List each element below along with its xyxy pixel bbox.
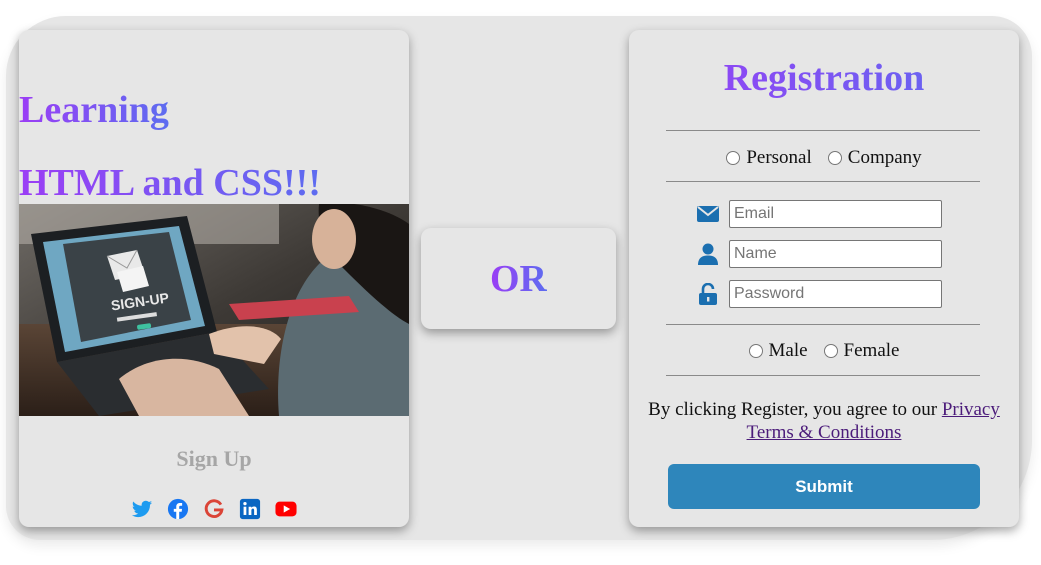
- registration-title: Registration: [629, 56, 1019, 100]
- company-radio[interactable]: [827, 151, 842, 165]
- facebook-icon[interactable]: [167, 498, 189, 520]
- privacy-link[interactable]: Privacy: [942, 399, 1000, 420]
- company-label: Company: [847, 147, 922, 168]
- envelope-icon: [697, 203, 719, 225]
- divider: [666, 324, 980, 325]
- personal-radio[interactable]: [726, 151, 741, 165]
- promo-heading-line2: HTML and CSS!!!: [19, 162, 321, 204]
- social-icons-row: [19, 498, 409, 524]
- twitter-icon[interactable]: [131, 498, 153, 520]
- name-row: [697, 240, 942, 268]
- male-radio[interactable]: [748, 344, 763, 358]
- gender-male[interactable]: Male: [748, 340, 808, 362]
- account-type-personal[interactable]: Personal: [726, 147, 812, 169]
- personal-label: Personal: [746, 147, 812, 168]
- google-icon[interactable]: [203, 498, 225, 520]
- agree-prefix: By clicking Register, you agree to our: [648, 399, 938, 420]
- password-input[interactable]: [729, 280, 942, 308]
- signup-laptop-image: SIGN-UP: [19, 204, 409, 416]
- submit-button[interactable]: Submit: [668, 464, 980, 509]
- female-label: Female: [843, 340, 900, 361]
- email-input[interactable]: [729, 200, 942, 228]
- or-label: OR: [490, 257, 547, 300]
- divider: [666, 375, 980, 376]
- male-label: Male: [768, 340, 808, 361]
- youtube-icon[interactable]: [275, 498, 297, 520]
- linkedin-icon[interactable]: [239, 498, 261, 520]
- divider: [666, 130, 980, 131]
- gender-group: Male Female: [629, 340, 1019, 362]
- registration-form: Registration Personal Company Email Name…: [629, 30, 1019, 527]
- user-icon: [697, 243, 719, 265]
- terms-agreement: By clicking Register, you agree to our P…: [629, 398, 1019, 444]
- password-row: [697, 280, 942, 308]
- name-input[interactable]: [729, 240, 942, 268]
- signup-promo-card: Learning HTML and CSS!!! SIGN-UP Sign Up: [19, 30, 409, 527]
- account-type-group: Personal Company: [629, 147, 1019, 169]
- or-divider-card: OR: [421, 228, 616, 329]
- signup-label: Sign Up: [176, 446, 252, 471]
- female-radio[interactable]: [823, 344, 838, 358]
- terms-link[interactable]: Terms & Conditions: [747, 422, 902, 443]
- gender-female[interactable]: Female: [823, 340, 900, 362]
- divider: [666, 181, 980, 182]
- promo-heading-line1: Learning: [19, 89, 169, 131]
- email-row: [697, 200, 942, 228]
- unlock-icon: [697, 283, 719, 305]
- account-type-company[interactable]: Company: [827, 147, 922, 169]
